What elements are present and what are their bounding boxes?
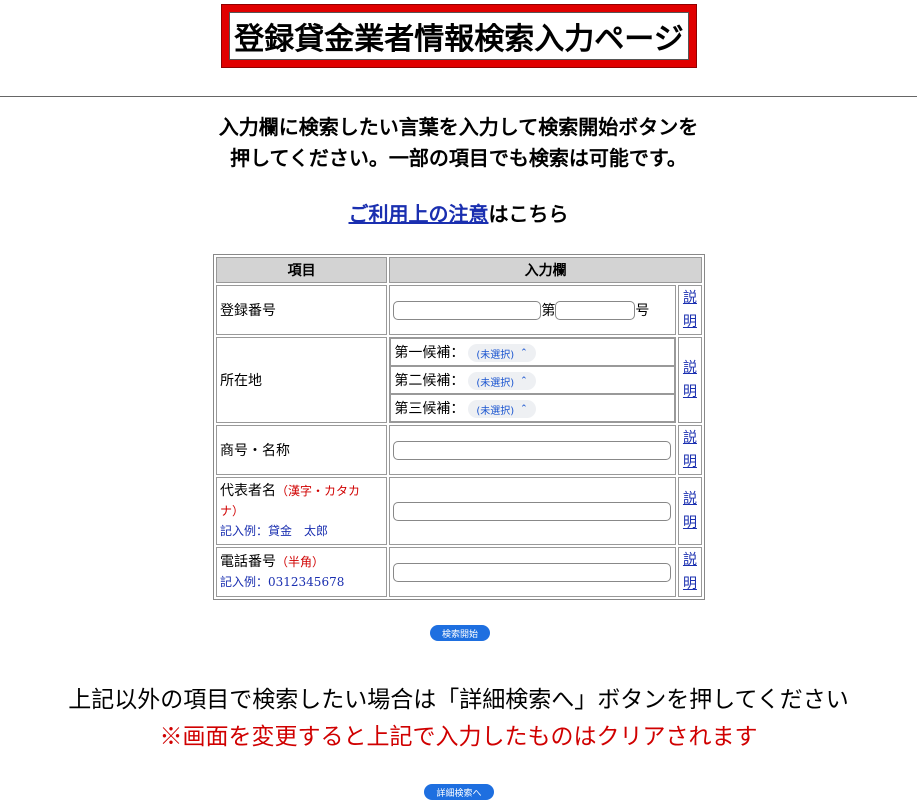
header-item: 項目 (216, 257, 388, 283)
notice: ご利用上の注意はこちら (0, 198, 917, 227)
candidate-select-1[interactable]: (未選択) ⌃ (468, 344, 536, 362)
representative-example: 記入例：貸金 太郎 (220, 524, 329, 538)
chevron-updown-icon: ⌃ (520, 348, 528, 358)
representative-help-link-2[interactable]: 明 (683, 515, 697, 531)
go-label: 号 (635, 302, 650, 319)
usage-notice-link[interactable]: ご利用上の注意 (349, 202, 489, 226)
representative-name-input[interactable] (393, 501, 672, 521)
detail-search-button[interactable]: 詳細検索へ (424, 784, 494, 800)
candidate-select-2[interactable]: (未選択) ⌃ (468, 372, 536, 390)
dai-label: 第 (541, 302, 556, 319)
company-help-link-2[interactable]: 明 (683, 454, 697, 470)
candidate-label-1: 第一候補： (394, 345, 465, 361)
page-title: 登録貸金業者情報検索入力ページ (234, 22, 684, 57)
candidate-select-1-value: (未選択) (476, 349, 515, 361)
clear-warning: ※画面を変更すると上記で入力したものはクリアされます (159, 724, 758, 750)
location-candidates: 第一候補： (未選択) ⌃ 第二候補： (未選択) ⌃ 第三候補： (未選択) ⌃ (390, 338, 675, 422)
candidate-select-2-value: (未選択) (476, 377, 515, 389)
chevron-updown-icon: ⌃ (520, 376, 528, 386)
location-help: 説 明 (677, 337, 702, 423)
intro-line-1: 入力欄に検索したい言葉を入力して検索開始ボタンを (218, 115, 699, 139)
candidate-label-3: 第三候補： (394, 401, 465, 417)
phone-help-link-1[interactable]: 説 (683, 552, 697, 568)
phone-help-link-2[interactable]: 明 (683, 576, 697, 592)
representative-cell: 代表者名（漢字・カタカナ） 記入例：貸金 太郎 (216, 477, 388, 545)
phone-note: （半角） (276, 555, 325, 569)
candidate-select-3[interactable]: (未選択) ⌃ (468, 400, 536, 418)
horizontal-divider (0, 96, 917, 97)
location-label: 所在地 (216, 337, 388, 423)
intro-text: 入力欄に検索したい言葉を入力して検索開始ボタンを 押してください。一部の項目でも… (0, 112, 917, 174)
phone-example: 記入例：0312345678 (220, 575, 345, 589)
location-help-link-1[interactable]: 説 (683, 360, 697, 376)
registration-inputs: 第号 (389, 285, 676, 335)
intro-line-2: 押してください。一部の項目でも検索は可能です。 (230, 146, 687, 170)
title-frame: 登録貸金業者情報検索入力ページ (229, 12, 689, 60)
candidate-row-1: 第一候補： (未選択) ⌃ (390, 338, 675, 366)
company-label: 商号・名称 (216, 425, 388, 475)
representative-help: 説 明 (677, 477, 702, 545)
title-banner: 登録貸金業者情報検索入力ページ (221, 4, 697, 68)
candidate-label-2: 第二候補： (394, 373, 465, 389)
location-inputs: 第一候補： (未選択) ⌃ 第二候補： (未選択) ⌃ 第三候補： (未選択) ⌃ (389, 337, 676, 423)
phone-help: 説 明 (677, 547, 702, 597)
registration-help: 説 明 (677, 285, 702, 335)
phone-number-input[interactable] (393, 562, 672, 582)
representative-help-link-1[interactable]: 説 (683, 491, 697, 507)
candidate-select-3-value: (未選択) (476, 405, 515, 417)
company-name-input[interactable] (393, 440, 672, 460)
registration-label: 登録番号 (216, 285, 388, 335)
candidate-row-2: 第二候補： (未選択) ⌃ (390, 366, 675, 394)
registration-help-link-2[interactable]: 明 (683, 314, 697, 330)
header-input: 入力欄 (389, 257, 702, 283)
phone-inputs (389, 547, 676, 597)
representative-label: 代表者名 (220, 483, 276, 499)
chevron-updown-icon: ⌃ (520, 404, 528, 414)
phone-label: 電話番号 (220, 554, 276, 570)
search-start-button[interactable]: 検索開始 (430, 625, 490, 641)
company-inputs (389, 425, 676, 475)
representative-inputs (389, 477, 676, 545)
location-help-link-2[interactable]: 明 (683, 384, 697, 400)
candidate-row-3: 第三候補： (未選択) ⌃ (390, 394, 675, 422)
registration-help-link-1[interactable]: 説 (683, 290, 697, 306)
registration-prefix-input[interactable] (393, 301, 542, 321)
company-help: 説 明 (677, 425, 702, 475)
search-form-table: 項目 入力欄 登録番号 第号 説 明 所在地 第一候補： (未選択) ⌃ 第二候補：… (213, 254, 705, 600)
detail-search-instruction: 上記以外の項目で検索したい場合は「詳細検索へ」ボタンを押してください (68, 687, 849, 713)
registration-number-input[interactable] (555, 301, 636, 321)
notice-suffix: はこちら (488, 202, 569, 226)
company-help-link-1[interactable]: 説 (683, 430, 697, 446)
phone-cell: 電話番号（半角） 記入例：0312345678 (216, 547, 388, 597)
